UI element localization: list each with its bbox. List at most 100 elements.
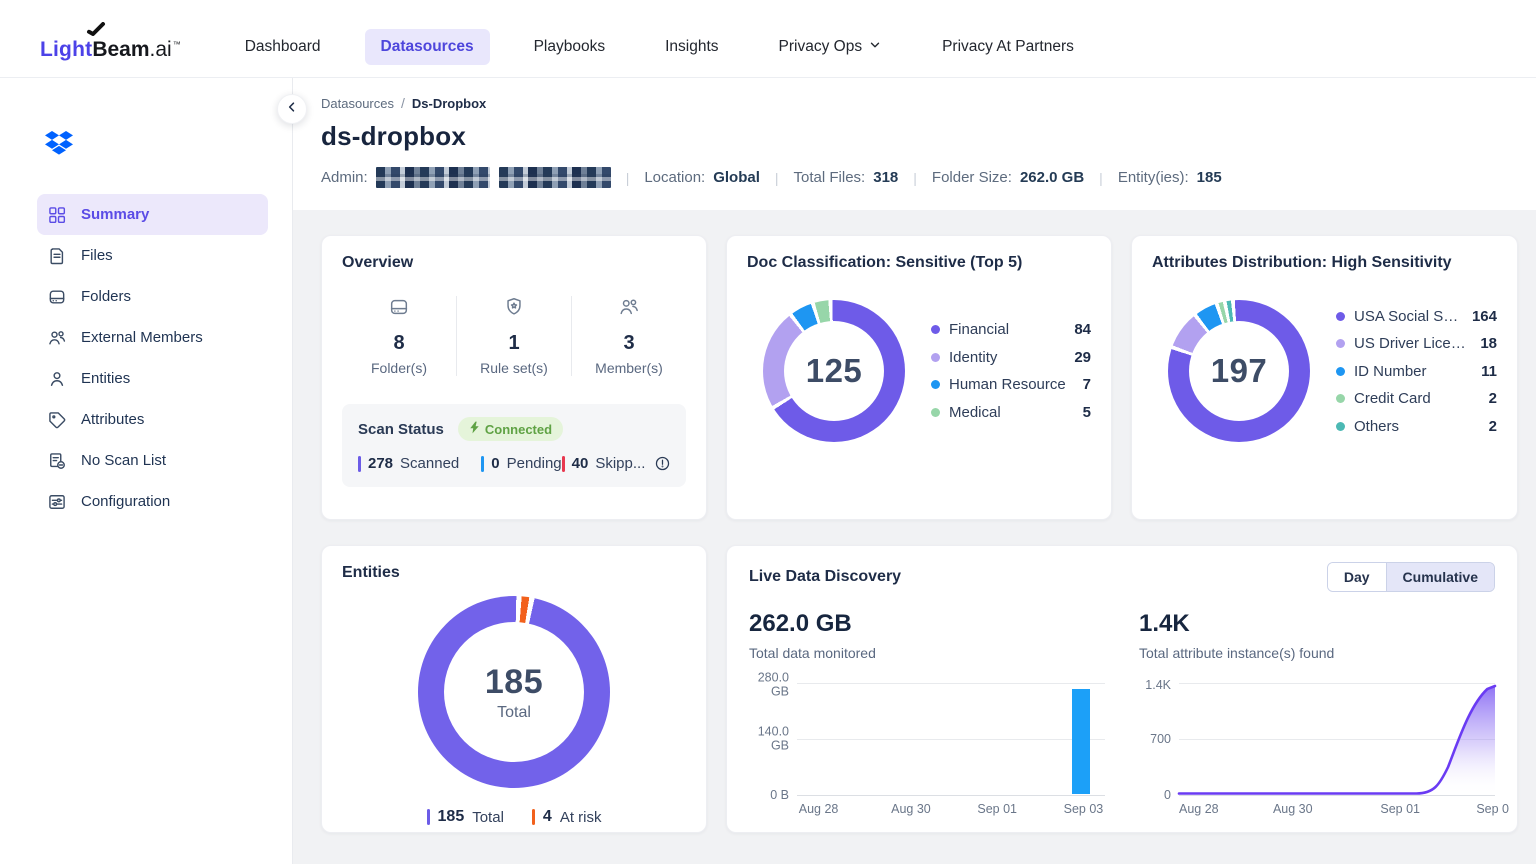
entities-total: 185 Total bbox=[427, 808, 504, 826]
location-label: Location: bbox=[644, 169, 705, 186]
sidebar-item-folders[interactable]: Folders bbox=[37, 276, 268, 317]
stat-folders: 8 Folder(s) bbox=[342, 296, 456, 376]
nav-item-privacy-ops[interactable]: Privacy Ops bbox=[763, 27, 899, 66]
breadcrumb-separator: / bbox=[401, 95, 405, 111]
entities-legend: 185 Total 4 At risk bbox=[342, 808, 686, 826]
doc-classification-legend: Financial84 Identity29 Human Resource7 M… bbox=[931, 316, 1091, 426]
alert-icon[interactable] bbox=[654, 455, 671, 472]
legend-row: US Driver License18 bbox=[1336, 330, 1497, 358]
top-nav: LightBeam.ai™ Dashboard Datasources Play… bbox=[0, 0, 1536, 78]
nav-item-datasources[interactable]: Datasources bbox=[365, 29, 490, 65]
data-monitored-bar[interactable] bbox=[1072, 689, 1090, 794]
legend-dot bbox=[1336, 367, 1345, 376]
donut-center-value: 185 bbox=[485, 663, 543, 702]
live-data-discovery-title: Live Data Discovery bbox=[749, 568, 901, 586]
legend-dot bbox=[1336, 422, 1345, 431]
no-scan-icon bbox=[47, 451, 67, 471]
scan-status-label: Scan Status bbox=[358, 421, 444, 438]
attributes-distribution-card: Attributes Distribution: High Sensitivit… bbox=[1131, 235, 1518, 520]
logo-text-light: Light bbox=[40, 38, 92, 62]
people-icon bbox=[47, 328, 67, 348]
logo-checkmark-icon bbox=[86, 22, 106, 41]
page-header: Datasources / Ds-Dropbox ds-dropbox Admi… bbox=[293, 78, 1536, 210]
legend-row: Financial84 bbox=[931, 316, 1091, 344]
sidebar-item-configuration[interactable]: Configuration bbox=[37, 481, 268, 522]
donut-hole: 125 bbox=[784, 321, 884, 421]
attribute-instances-panel: 1.4K Total attribute instance(s) found 1… bbox=[1139, 610, 1495, 820]
nav-item-privacy-at-partners[interactable]: Privacy At Partners bbox=[926, 29, 1090, 65]
sidebar-item-no-scan-list[interactable]: No Scan List bbox=[37, 440, 268, 481]
shield-star-icon bbox=[503, 296, 525, 318]
logo-text-beam: Beam bbox=[92, 38, 149, 62]
legend-row: Human Resource7 bbox=[931, 371, 1091, 399]
toggle-day[interactable]: Day bbox=[1328, 563, 1386, 591]
doc-classification-card: Doc Classification: Sensitive (Top 5) 12… bbox=[726, 235, 1112, 520]
sidebar-item-external-members[interactable]: External Members bbox=[37, 317, 268, 358]
attribute-instances-area[interactable] bbox=[1179, 683, 1495, 795]
scan-counts: 278 Scanned 0 Pending 40 S bbox=[358, 455, 670, 472]
legend-row: Credit Card2 bbox=[1336, 385, 1497, 413]
nav-item-dashboard[interactable]: Dashboard bbox=[229, 29, 337, 65]
nav-item-insights[interactable]: Insights bbox=[649, 29, 734, 65]
entities-count-value: 185 bbox=[1197, 169, 1222, 186]
chevron-left-icon bbox=[285, 100, 299, 119]
stat-rule-sets: 1 Rule set(s) bbox=[456, 296, 571, 376]
file-icon bbox=[47, 246, 67, 266]
total-files-value: 318 bbox=[873, 169, 898, 186]
sidebar-collapse-button[interactable] bbox=[277, 94, 307, 124]
scan-stat-pending: 0 Pending bbox=[481, 455, 561, 472]
legend-row: Medical5 bbox=[931, 399, 1091, 427]
datasource-meta: Admin: | Location: Global | Total Files:… bbox=[321, 167, 1536, 188]
overview-stats: 8 Folder(s) 1 Rule set(s) 3 Member(s) bbox=[342, 296, 686, 376]
attribute-instances-subtitle: Total attribute instance(s) found bbox=[1139, 645, 1495, 661]
dropbox-icon bbox=[45, 130, 292, 160]
folder-size-label: Folder Size: bbox=[932, 169, 1012, 186]
person-icon bbox=[47, 369, 67, 389]
chevron-down-icon bbox=[868, 36, 882, 57]
nav-item-playbooks[interactable]: Playbooks bbox=[518, 29, 622, 65]
entities-title: Entities bbox=[342, 564, 686, 582]
entities-donut[interactable]: 185 Total bbox=[418, 596, 610, 788]
donut-center-label: Total bbox=[497, 704, 531, 722]
logo-text-ai: .ai bbox=[150, 38, 172, 62]
legend-dot bbox=[1336, 339, 1345, 348]
configuration-icon bbox=[47, 492, 67, 512]
sidebar-item-attributes[interactable]: Attributes bbox=[37, 399, 268, 440]
entities-count-label: Entity(ies): bbox=[1118, 169, 1189, 186]
total-files-label: Total Files: bbox=[794, 169, 866, 186]
legend-row: USA Social Security...164 bbox=[1336, 302, 1497, 330]
sidebar-item-files[interactable]: Files bbox=[37, 235, 268, 276]
summary-icon bbox=[47, 205, 67, 225]
toggle-cumulative[interactable]: Cumulative bbox=[1386, 563, 1494, 591]
donut-hole: 185 Total bbox=[444, 622, 584, 762]
overview-title: Overview bbox=[342, 254, 686, 272]
legend-dot bbox=[931, 325, 940, 334]
legend-row: Identity29 bbox=[931, 344, 1091, 372]
dashboard-content: Overview 8 Folder(s) 1 Rule set(s) bbox=[293, 210, 1536, 864]
admin-label: Admin: bbox=[321, 169, 368, 186]
doc-classification-donut[interactable]: 125 bbox=[763, 300, 905, 442]
legend-dot bbox=[931, 380, 940, 389]
breadcrumb-datasources[interactable]: Datasources bbox=[321, 96, 394, 111]
attributes-distribution-donut[interactable]: 197 bbox=[1168, 300, 1310, 442]
lightning-icon bbox=[469, 421, 480, 437]
drive-icon bbox=[388, 296, 410, 318]
attribute-instances-chart: 1.4K 700 0 bbox=[1139, 683, 1495, 795]
scan-stat-scanned: 278 Scanned bbox=[358, 455, 459, 472]
data-monitored-subtitle: Total data monitored bbox=[749, 645, 1105, 661]
donut-center-value: 125 bbox=[806, 352, 863, 390]
connected-badge: Connected bbox=[458, 417, 563, 441]
day-cumulative-toggle: Day Cumulative bbox=[1327, 562, 1495, 592]
scan-status-box: Scan Status Connected 278 Scanned bbox=[342, 404, 686, 487]
doc-classification-title: Doc Classification: Sensitive (Top 5) bbox=[747, 254, 1091, 272]
sidebar-item-summary[interactable]: Summary bbox=[37, 194, 268, 235]
sidebar: Summary Files Folders External Members E… bbox=[0, 78, 293, 864]
donut-hole: 197 bbox=[1189, 321, 1289, 421]
breadcrumb-current: Ds-Dropbox bbox=[412, 96, 486, 111]
lightbeam-logo[interactable]: LightBeam.ai™ bbox=[40, 32, 181, 62]
sidebar-item-entities[interactable]: Entities bbox=[37, 358, 268, 399]
donut-center-value: 197 bbox=[1211, 352, 1268, 390]
main-nav: Dashboard Datasources Playbooks Insights… bbox=[229, 27, 1090, 66]
legend-dot bbox=[931, 408, 940, 417]
drive-icon bbox=[47, 287, 67, 307]
